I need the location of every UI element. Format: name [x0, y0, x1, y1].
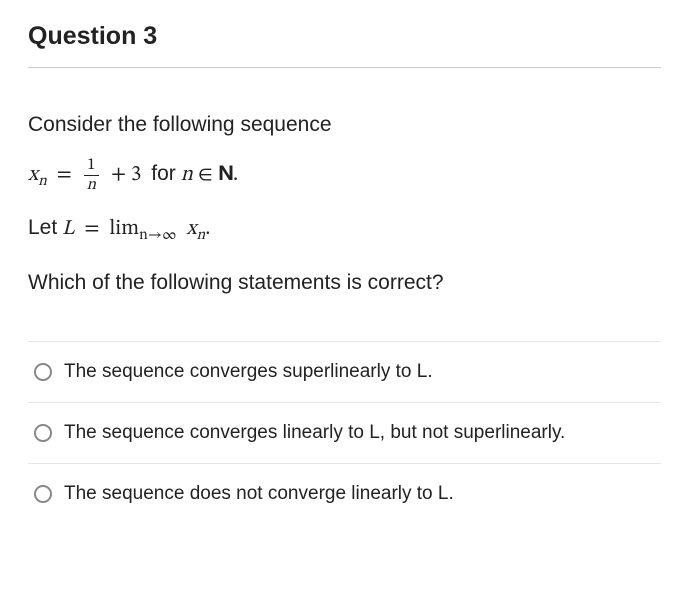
let-lim: lim [109, 218, 139, 239]
option-label: The sequence converges superlinearly to … [64, 361, 433, 383]
question-container: Question 3 Consider the following sequen… [0, 0, 689, 552]
math-frac-num: 1 [84, 157, 99, 174]
math-in: ∈ [198, 164, 213, 185]
option-2[interactable]: The sequence converges linearly to L, bu… [28, 403, 661, 464]
let-xn: n [197, 227, 206, 243]
intro-text: Consider the following sequence [28, 108, 661, 143]
math-plus3: + 3 [111, 164, 141, 185]
math-x: x [28, 164, 38, 185]
radio-icon [34, 424, 52, 442]
option-3[interactable]: The sequence does not converge linearly … [28, 464, 661, 524]
math-eq: = [57, 164, 72, 185]
prompt-text: Which of the following statements is cor… [28, 266, 661, 301]
let-eq: = [84, 218, 99, 239]
let-word: Let [28, 216, 57, 239]
radio-icon [34, 363, 52, 381]
options-list: The sequence converges superlinearly to … [28, 341, 661, 524]
let-L: L [62, 218, 74, 239]
option-label: The sequence converges linearly to L, bu… [64, 422, 565, 444]
let-line: Let L = limn→∞ xn. [28, 211, 661, 248]
radio-icon [34, 485, 52, 503]
let-x: x [186, 218, 196, 239]
math-for: for [151, 162, 176, 185]
math-natural-set: N [218, 157, 233, 192]
question-title: Question 3 [28, 22, 661, 68]
option-label: The sequence does not converge linearly … [64, 483, 454, 505]
let-period: . [205, 218, 210, 239]
math-frac-den: n [84, 175, 99, 193]
math-n: n [181, 164, 193, 185]
question-stem: Consider the following sequence xn = 1 n… [28, 108, 661, 301]
math-fraction: 1 n [84, 157, 99, 193]
option-1[interactable]: The sequence converges superlinearly to … [28, 342, 661, 403]
sequence-definition: xn = 1 n + 3 for n ∈ N. [28, 157, 661, 194]
math-sub-n: n [38, 172, 47, 188]
let-lim-sub: n→∞ [139, 227, 176, 243]
